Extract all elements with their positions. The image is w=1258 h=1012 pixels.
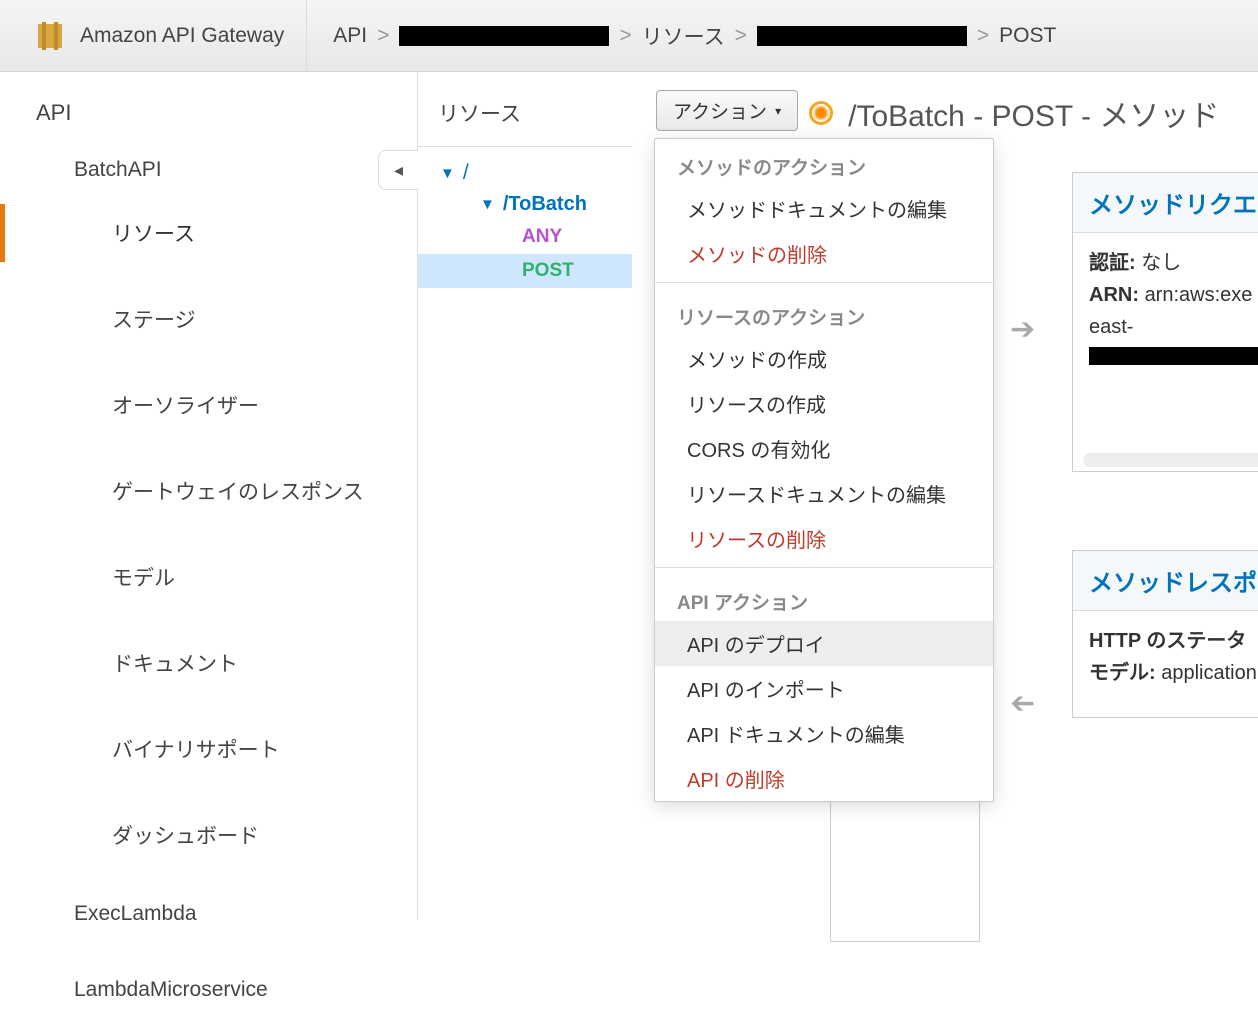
divider xyxy=(655,567,993,568)
breadcrumb-sep: > xyxy=(619,24,631,48)
sidebar-item-gwresponses[interactable]: ゲートウェイのレスポンス xyxy=(0,462,417,520)
breadcrumb-method[interactable]: POST xyxy=(999,24,1056,48)
dd-enable-cors[interactable]: CORS の有効化 xyxy=(655,426,993,471)
method-request-panel[interactable]: メソッドリクエ 認証: なし ARN: arn:aws:exe east- xyxy=(1072,172,1258,472)
dd-edit-api-doc[interactable]: API ドキュメントの編集 xyxy=(655,711,993,756)
arrow-left-icon: ➔ xyxy=(1010,686,1035,721)
service-name: Amazon API Gateway xyxy=(80,24,284,48)
dd-create-method[interactable]: メソッドの作成 xyxy=(655,336,993,381)
sidebar: API BatchAPI リソース ステージ オーソライザー ゲートウェイのレス… xyxy=(0,72,418,920)
dd-section-api: API アクション xyxy=(655,574,993,621)
topbar: Amazon API Gateway API > > リソース > > POST xyxy=(0,0,1258,72)
dd-delete-api[interactable]: API の削除 xyxy=(655,756,993,801)
actions-button[interactable]: アクション ▾ xyxy=(656,90,798,131)
arn-redacted xyxy=(1089,347,1258,365)
apigateway-logo-icon xyxy=(32,18,68,54)
auth-label: 認証: xyxy=(1089,252,1136,274)
tree-method-post[interactable]: POST xyxy=(418,254,632,288)
arn-value: arn:aws:exe xyxy=(1145,284,1253,306)
sidebar-title: API xyxy=(0,96,417,148)
api-group-execlambda[interactable]: ExecLambda xyxy=(0,892,417,936)
tour-highlight-icon xyxy=(809,101,833,125)
chevron-down-icon: ▾ xyxy=(775,104,781,118)
sidebar-item-dashboard[interactable]: ダッシュボード xyxy=(0,806,417,864)
model-label: モデル: xyxy=(1089,662,1156,684)
dd-edit-method-doc[interactable]: メソッドドキュメントの編集 xyxy=(655,186,993,231)
dd-section-method: メソッドのアクション xyxy=(655,139,993,186)
page-title: /ToBatch - POST - メソッド xyxy=(848,91,1219,135)
method-response-title: メソッドレスポ xyxy=(1073,551,1258,611)
arrow-right-icon: ➔ xyxy=(1010,312,1035,347)
sidebar-item-stages[interactable]: ステージ xyxy=(0,290,417,348)
breadcrumb-api[interactable]: API xyxy=(333,24,367,48)
dd-create-resource[interactable]: リソースの作成 xyxy=(655,381,993,426)
api-group-batchapi[interactable]: BatchAPI xyxy=(0,148,417,192)
actions-dropdown: メソッドのアクション メソッドドキュメントの編集 メソッドの削除 リソースのアク… xyxy=(654,138,994,802)
sidebar-item-authorizers[interactable]: オーソライザー xyxy=(0,376,417,434)
dd-delete-method[interactable]: メソッドの削除 xyxy=(655,231,993,276)
breadcrumb-api-redacted[interactable] xyxy=(399,26,609,46)
dd-import-api[interactable]: API のインポート xyxy=(655,666,993,711)
service-block[interactable]: Amazon API Gateway xyxy=(0,0,307,71)
dd-delete-resource[interactable]: リソースの削除 xyxy=(655,516,993,561)
tree-root[interactable]: ▼ / xyxy=(418,157,632,189)
breadcrumb-sep: > xyxy=(977,24,989,48)
dd-deploy-api[interactable]: API のデプロイ xyxy=(655,621,993,666)
sidebar-item-binary[interactable]: バイナリサポート xyxy=(0,720,417,778)
arn-label: ARN: xyxy=(1089,284,1139,306)
dd-edit-resource-doc[interactable]: リソースドキュメントの編集 xyxy=(655,471,993,516)
scrollbar[interactable] xyxy=(1083,453,1258,467)
breadcrumb-sep: > xyxy=(377,24,389,48)
sidebar-item-resources[interactable]: リソース xyxy=(0,204,417,262)
breadcrumb: API > > リソース > > POST xyxy=(307,21,1056,51)
caret-down-icon: ▼ xyxy=(440,165,455,182)
method-request-title: メソッドリクエ xyxy=(1073,173,1258,233)
sidebar-item-documents[interactable]: ドキュメント xyxy=(0,634,417,692)
tree-method-any[interactable]: ANY xyxy=(418,220,632,254)
breadcrumb-resource-redacted[interactable] xyxy=(757,26,967,46)
caret-down-icon: ▼ xyxy=(480,196,495,213)
divider xyxy=(655,282,993,283)
collapse-sidebar-button[interactable]: ◂ xyxy=(378,150,418,190)
breadcrumb-resources[interactable]: リソース xyxy=(642,21,725,51)
auth-value: なし xyxy=(1141,252,1181,274)
resource-tree-panel: リソース ▼ / ▼ /ToBatch ANY POST xyxy=(418,72,632,920)
content: アクション ▾ /ToBatch - POST - メソッド メソッドのアクショ… xyxy=(632,72,1258,920)
actions-button-label: アクション xyxy=(673,97,767,124)
resource-tree-title: リソース xyxy=(418,98,632,147)
http-status-label: HTTP のステータ xyxy=(1089,630,1246,652)
breadcrumb-sep: > xyxy=(735,24,747,48)
model-value: application xyxy=(1161,662,1257,684)
api-group-lambdamicroservice[interactable]: LambdaMicroservice xyxy=(0,968,417,1012)
arn-value-2: east- xyxy=(1089,316,1133,338)
tree-tobatch[interactable]: ▼ /ToBatch xyxy=(418,189,632,220)
dd-section-resource: リソースのアクション xyxy=(655,289,993,336)
tree-tobatch-label: /ToBatch xyxy=(503,193,587,216)
sidebar-item-models[interactable]: モデル xyxy=(0,548,417,606)
method-response-panel[interactable]: メソッドレスポ HTTP のステータ モデル: application xyxy=(1072,550,1258,718)
tree-root-label: / xyxy=(463,161,469,185)
